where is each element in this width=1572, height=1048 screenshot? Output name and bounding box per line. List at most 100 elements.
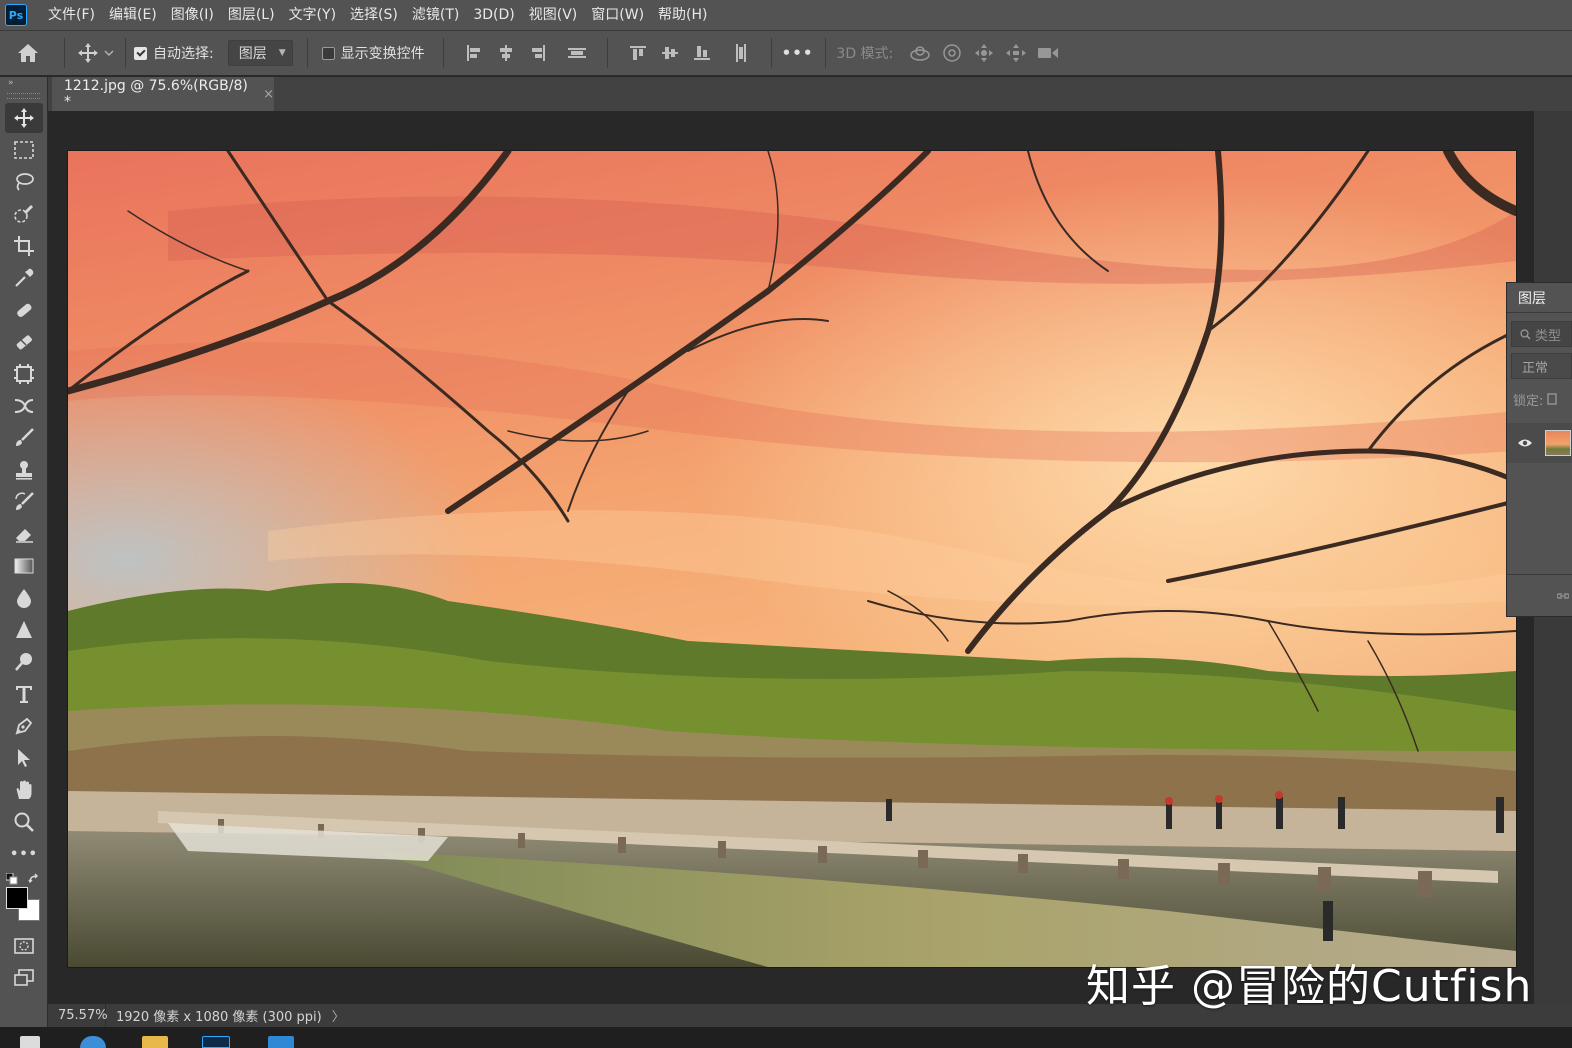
hand-tool[interactable]: [5, 775, 43, 805]
toolbar-drag-handle[interactable]: [7, 93, 40, 99]
lasso-tool[interactable]: [5, 167, 43, 197]
dodge-tool[interactable]: [5, 647, 43, 677]
quick-selection-icon: [14, 204, 34, 223]
menu-edit[interactable]: 编辑(E): [102, 0, 164, 31]
screen-mode-icon: [14, 969, 34, 986]
document-tab[interactable]: 1212.jpg @ 75.6%(RGB/8) * ×: [52, 77, 274, 111]
healing-brush-tool[interactable]: [5, 295, 43, 325]
layer-filter-field[interactable]: 类型: [1511, 321, 1572, 347]
menu-window[interactable]: 窗口(W): [584, 0, 651, 31]
path-selection-tool[interactable]: [5, 743, 43, 773]
blur-tool[interactable]: [5, 583, 43, 613]
lock-row: 锁定:: [1507, 387, 1572, 411]
menu-select[interactable]: 选择(S): [343, 0, 405, 31]
move-icon: [14, 108, 34, 128]
start-button-icon[interactable]: [20, 1036, 40, 1048]
swap-colors-icon[interactable]: [28, 873, 40, 885]
canvas-area[interactable]: [48, 111, 1534, 1004]
menu-layer[interactable]: 图层(L): [221, 0, 282, 31]
clone-stamp-tool[interactable]: [5, 455, 43, 485]
history-brush-tool[interactable]: [5, 487, 43, 517]
edit-toolbar-button[interactable]: •••: [5, 839, 43, 869]
document-tab-title: 1212.jpg @ 75.6%(RGB/8) *: [64, 78, 248, 110]
foreground-color-swatch[interactable]: [6, 887, 28, 909]
3d-scale-button[interactable]: [1035, 40, 1061, 66]
lock-transparent-pixels-icon[interactable]: [1547, 393, 1558, 405]
more-tools-label: •••: [10, 846, 38, 862]
more-options-button[interactable]: •••: [782, 44, 814, 62]
layer-filter-placeholder: 类型: [1535, 328, 1562, 344]
menu-image[interactable]: 图像(I): [164, 0, 221, 31]
3d-orbit-button[interactable]: [907, 40, 933, 66]
layers-tab-label: 图层: [1518, 290, 1546, 307]
separator: [606, 38, 608, 68]
screen-mode-button[interactable]: [5, 963, 43, 993]
content-aware-move-tool[interactable]: [5, 391, 43, 421]
3d-slide-icon: [1006, 44, 1027, 62]
rectangular-marquee-tool[interactable]: [5, 135, 43, 165]
align-top-edges-button[interactable]: [625, 40, 651, 66]
eye-icon[interactable]: [1517, 438, 1533, 448]
default-colors-icon[interactable]: [6, 873, 18, 885]
quick-selection-tool[interactable]: [5, 199, 43, 229]
sharpen-tool[interactable]: [5, 615, 43, 645]
auto-select-target-dropdown[interactable]: 图层 ▼: [227, 40, 293, 66]
align-horizontal-centers-button[interactable]: [493, 40, 519, 66]
auto-select-checkbox[interactable]: [134, 46, 147, 60]
bandage-icon: [17, 303, 32, 317]
frame-tool[interactable]: [5, 359, 43, 389]
move-tool[interactable]: [5, 103, 43, 133]
cross-arrows-icon: [14, 399, 34, 413]
layers-tab[interactable]: 图层: [1507, 283, 1572, 313]
photoshop-logo-icon[interactable]: Ps: [5, 4, 27, 26]
align-right-edges-button[interactable]: [525, 40, 551, 66]
eraser-tool[interactable]: [5, 519, 43, 549]
crop-tool[interactable]: [5, 231, 43, 261]
menu-filter[interactable]: 滤镜(T): [405, 0, 466, 31]
zoom-level-field[interactable]: 75.57%: [48, 1004, 108, 1027]
type-icon: [16, 686, 32, 703]
menu-file[interactable]: 文件(F): [41, 0, 102, 31]
layer-row-background[interactable]: [1507, 423, 1572, 463]
menu-view[interactable]: 视图(V): [522, 0, 585, 31]
align-bottom-edges-button[interactable]: [689, 40, 715, 66]
brush-tool-alt[interactable]: [5, 327, 43, 357]
3d-slide-button[interactable]: [1003, 40, 1029, 66]
align-vertical-centers-button[interactable]: [657, 40, 683, 66]
3d-pan-icon: [975, 44, 994, 62]
link-layers-icon[interactable]: [1557, 591, 1569, 601]
home-icon: [18, 44, 38, 62]
move-icon: [77, 43, 98, 63]
menu-bar: Ps 文件(F) 编辑(E) 图像(I) 图层(L) 文字(Y) 选择(S) 滤…: [0, 0, 1572, 31]
eyedropper-tool[interactable]: [5, 263, 43, 293]
distribute-horizontal-button[interactable]: [564, 40, 590, 66]
distribute-vertical-button[interactable]: [728, 40, 754, 66]
browser-taskbar-icon[interactable]: [80, 1036, 106, 1048]
blend-mode-dropdown[interactable]: 正常: [1511, 353, 1572, 379]
close-icon[interactable]: ×: [263, 87, 274, 102]
toolbar-collapse-button[interactable]: »: [0, 77, 47, 89]
file-explorer-taskbar-icon[interactable]: [142, 1036, 168, 1048]
zoom-tool[interactable]: [5, 807, 43, 837]
menu-help[interactable]: 帮助(H): [651, 0, 714, 31]
3d-pan-button[interactable]: [971, 40, 997, 66]
home-button[interactable]: [0, 38, 56, 68]
app-taskbar-icon[interactable]: [268, 1036, 294, 1048]
brush-tool[interactable]: [5, 423, 43, 453]
status-info-menu-button[interactable]: 〉: [332, 1006, 345, 1025]
gradient-tool[interactable]: [5, 551, 43, 581]
quick-mask-button[interactable]: [5, 931, 43, 961]
document-canvas-image[interactable]: [68, 151, 1516, 967]
3d-roll-button[interactable]: [939, 40, 965, 66]
move-tool-preset-button[interactable]: [73, 38, 117, 68]
marquee-icon: [14, 141, 34, 159]
tools-panel: » •••: [0, 77, 48, 1027]
photoshop-taskbar-icon[interactable]: [202, 1036, 230, 1048]
crop-icon: [14, 236, 34, 256]
menu-3d[interactable]: 3D(D): [466, 0, 521, 31]
align-left-edges-button[interactable]: [461, 40, 487, 66]
menu-type[interactable]: 文字(Y): [282, 0, 343, 31]
show-transform-checkbox[interactable]: [321, 46, 335, 60]
pen-tool[interactable]: [5, 711, 43, 741]
type-tool[interactable]: [5, 679, 43, 709]
